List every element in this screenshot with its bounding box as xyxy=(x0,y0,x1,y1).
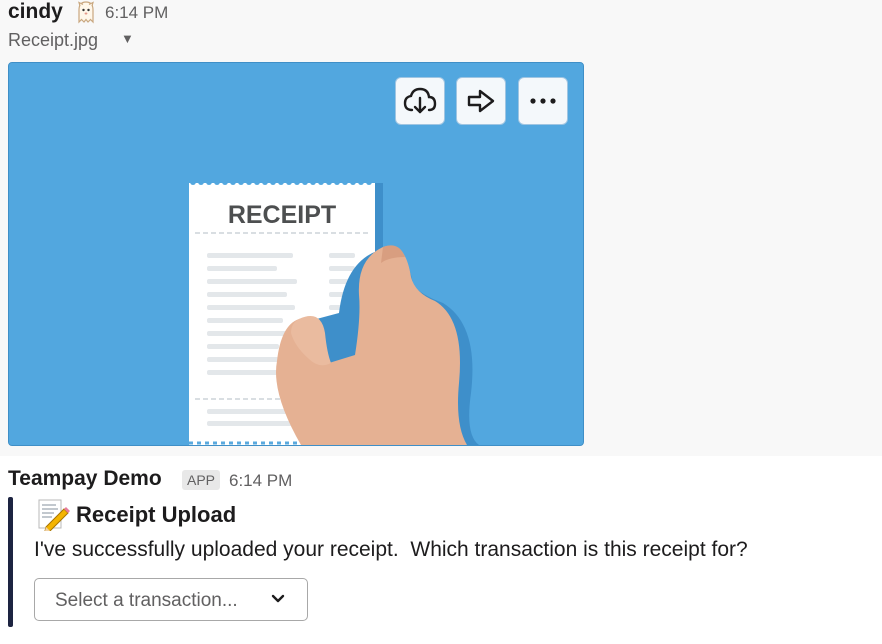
attachment-text: I've successfully uploaded your receipt.… xyxy=(34,538,748,561)
ellipsis-icon xyxy=(530,98,556,104)
select-placeholder: Select a transaction... xyxy=(55,590,238,611)
chevron-down-icon xyxy=(271,594,285,603)
author-name[interactable]: Teampay Demo xyxy=(8,467,162,491)
receipt-title: RECEIPT xyxy=(228,201,336,229)
timestamp[interactable]: 6:14 PM xyxy=(229,471,292,491)
app-badge: APP xyxy=(182,470,221,490)
attachment-title: Receipt Upload xyxy=(76,502,237,527)
file-message: cindy 6:14 PM Receipt.jpg ▼ RECEIPT xyxy=(0,0,882,456)
download-button[interactable] xyxy=(395,77,445,125)
share-button[interactable] xyxy=(456,77,506,125)
file-name[interactable]: Receipt.jpg xyxy=(8,30,98,51)
caret-down-icon[interactable]: ▼ xyxy=(121,31,134,46)
cloud-download-icon xyxy=(403,87,437,114)
arrow-right-icon xyxy=(467,89,495,113)
author-name[interactable]: cindy xyxy=(8,0,63,24)
timestamp[interactable]: 6:14 PM xyxy=(105,3,168,23)
transaction-select[interactable]: Select a transaction... xyxy=(34,578,308,621)
attachment-color-bar xyxy=(8,497,13,627)
more-actions-button[interactable] xyxy=(518,77,568,125)
memo-pencil-icon xyxy=(38,499,70,531)
ghost-emoji-icon xyxy=(78,1,94,24)
